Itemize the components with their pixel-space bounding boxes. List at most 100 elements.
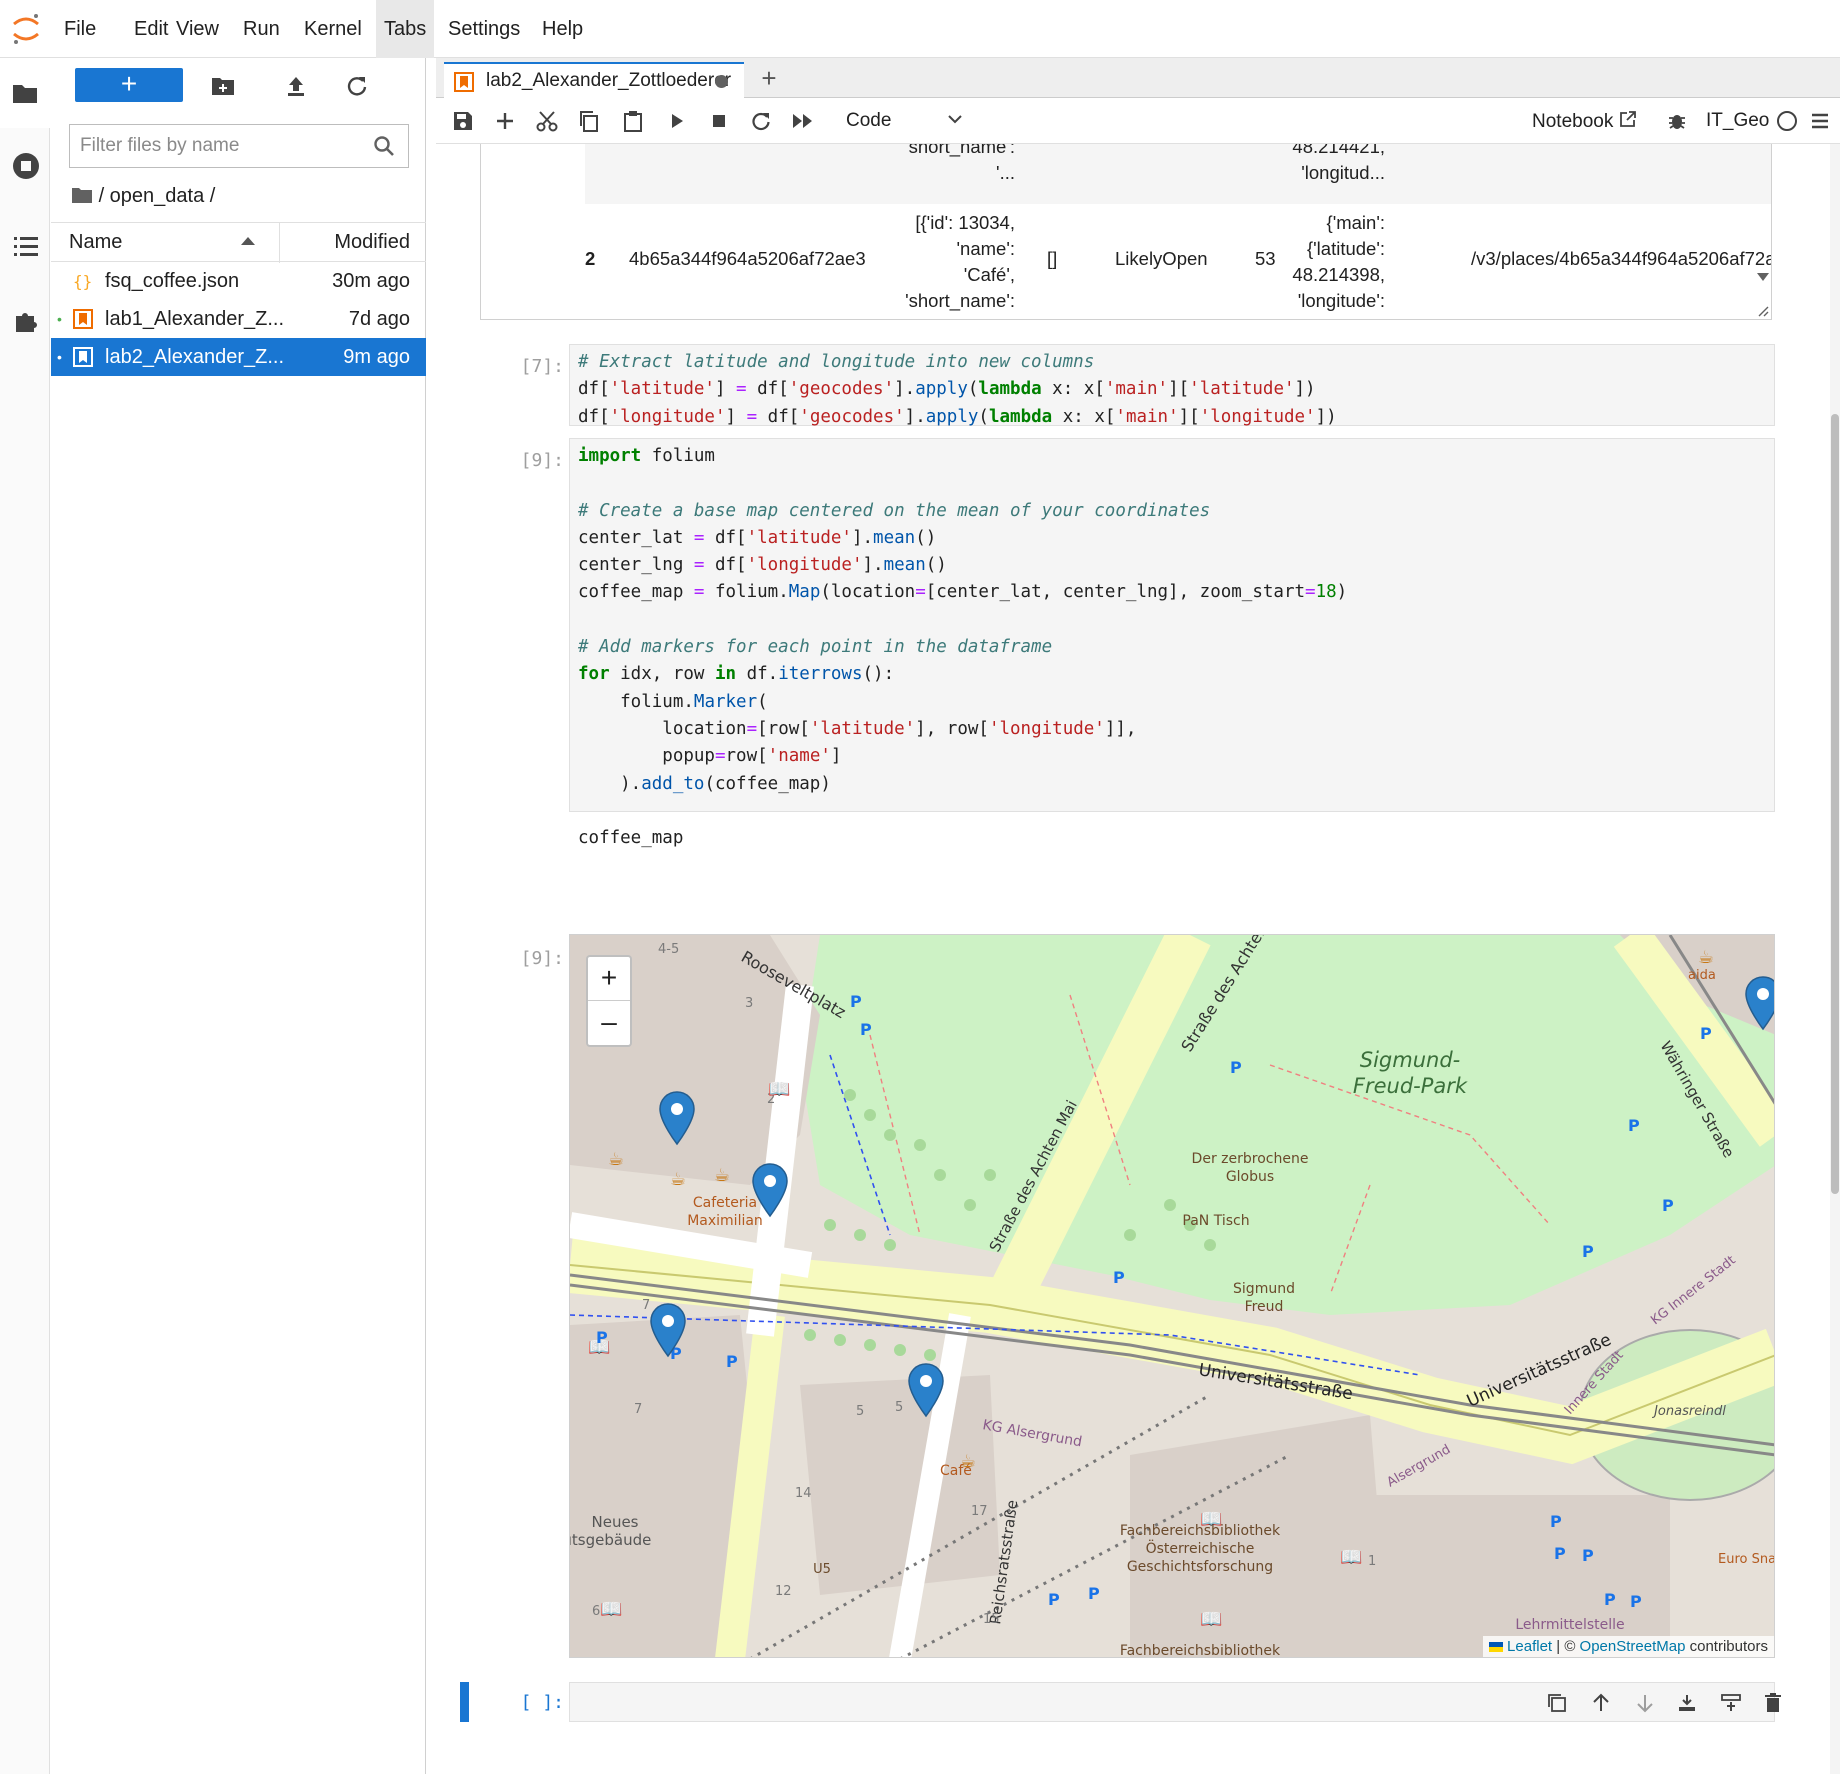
svg-text:7: 7 <box>642 1298 650 1313</box>
table-cell: [] <box>1047 248 1058 269</box>
insert-cell-icon[interactable] <box>492 108 518 134</box>
svg-text:P: P <box>1582 1242 1594 1261</box>
map-tiles[interactable]: Sigmund-Freud-Park Rooseveltplatz Straße… <box>570 935 1775 1658</box>
move-up-icon[interactable] <box>1588 1690 1614 1716</box>
svg-text:4-5: 4-5 <box>658 942 679 957</box>
active-cell-indicator <box>460 1682 469 1722</box>
notebook-icon <box>454 72 474 92</box>
column-modified-header[interactable]: Modified <box>334 231 410 254</box>
cell-type-select[interactable]: Code <box>846 106 966 136</box>
open-in-notebook-button[interactable]: Notebook <box>1532 110 1637 133</box>
output-prompt: [9]: <box>520 948 564 969</box>
file-filter-input[interactable]: Filter files by name <box>69 124 409 168</box>
external-link-icon <box>1619 111 1636 127</box>
map-attribution: Leaflet | © OpenStreetMap contributors <box>1482 1636 1774 1657</box>
file-row[interactable]: {} fsq_coffee.json 30m ago <box>51 262 426 300</box>
svg-text:14: 14 <box>795 1486 812 1501</box>
table-of-contents-icon[interactable] <box>10 230 42 262</box>
stop-icon[interactable] <box>706 108 732 134</box>
debugger-icon[interactable] <box>1664 108 1690 134</box>
move-down-icon[interactable] <box>1632 1690 1658 1716</box>
zoom-in-button[interactable]: + <box>588 957 630 1001</box>
zoom-out-button[interactable]: – <box>588 1001 630 1045</box>
code-cell[interactable]: import folium # Create a base map center… <box>569 438 1775 848</box>
file-browser: + Filter files by name / open_data / Nam… <box>51 58 426 1774</box>
svg-text:aida: aida <box>1688 968 1716 983</box>
scrollbar[interactable] <box>1830 144 1840 1774</box>
chevron-down-icon <box>948 115 962 124</box>
breadcrumb[interactable]: / open_data / <box>71 182 215 210</box>
svg-text:P: P <box>1700 1024 1712 1043</box>
table-cell: /v3/places/4b65a344f964a5206af72a <box>1471 248 1772 269</box>
run-icon[interactable] <box>664 108 690 134</box>
svg-text:P: P <box>1604 1590 1616 1609</box>
svg-text:12: 12 <box>775 1584 792 1599</box>
svg-text:☕: ☕ <box>714 1165 730 1186</box>
code-cell[interactable]: # Extract latitude and longitude into ne… <box>569 344 1775 427</box>
scrollbar-thumb[interactable] <box>1831 414 1839 1194</box>
resize-handle-icon[interactable] <box>1755 303 1769 317</box>
notebook-toolbar: Code Notebook IT_Geo <box>436 98 1840 144</box>
menu-tabs[interactable]: Tabs <box>376 0 435 58</box>
svg-text:P: P <box>596 1328 608 1347</box>
running-kernels-icon[interactable] <box>10 150 42 182</box>
menu-kernel[interactable]: Kernel <box>296 0 370 58</box>
folder-icon[interactable] <box>0 58 50 128</box>
copy-icon[interactable] <box>576 108 602 134</box>
jupyter-logo-icon <box>13 14 39 44</box>
menu-view[interactable]: View <box>168 0 227 58</box>
new-tab-button[interactable]: + <box>752 64 786 94</box>
kernel-name[interactable]: IT_Geo <box>1706 110 1769 132</box>
svg-text:📖: 📖 <box>1340 1547 1362 1568</box>
notebook-icon <box>73 347 93 367</box>
search-icon <box>374 136 394 156</box>
activity-bar <box>0 58 50 1774</box>
menu-icon[interactable] <box>1807 108 1833 134</box>
folium-map[interactable]: Sigmund-Freud-Park Rooseveltplatz Straße… <box>569 934 1775 1658</box>
extensions-icon[interactable] <box>10 304 42 336</box>
cell-prompt: [ ]: <box>520 1692 564 1713</box>
unsaved-indicator-icon[interactable] <box>715 75 728 88</box>
leaflet-link[interactable]: Leaflet <box>1507 1638 1552 1655</box>
openstreetmap-link[interactable]: OpenStreetMap <box>1580 1638 1686 1655</box>
upload-icon[interactable] <box>282 72 310 100</box>
menu-run[interactable]: Run <box>235 0 288 58</box>
insert-above-icon[interactable] <box>1718 1690 1744 1716</box>
svg-text:☕: ☕ <box>960 1451 976 1472</box>
duplicate-cell-icon[interactable] <box>1544 1690 1570 1716</box>
menu-help[interactable]: Help <box>534 0 591 58</box>
paste-icon[interactable] <box>620 108 646 134</box>
table-cell: 48.214421, 'longitud... <box>1292 144 1385 183</box>
new-folder-icon[interactable] <box>209 72 237 100</box>
notebook-panel[interactable]: 'short_name': '... 48.214421, 'longitud.… <box>436 144 1840 1774</box>
column-name-header[interactable]: Name <box>69 231 122 254</box>
svg-text:Lehrmittelstelle: Lehrmittelstelle <box>1515 1617 1624 1633</box>
fast-forward-icon[interactable] <box>790 108 816 134</box>
folder-icon <box>72 188 92 203</box>
sort-ascending-icon <box>241 237 255 245</box>
svg-text:P: P <box>1662 1196 1674 1215</box>
svg-text:3: 3 <box>745 996 753 1011</box>
tab-notebook[interactable]: lab2_Alexander_Zottloederer <box>444 62 744 99</box>
svg-text:P: P <box>1113 1268 1125 1287</box>
cut-icon[interactable] <box>534 108 560 134</box>
file-row[interactable]: • lab1_Alexander_Z... 7d ago <box>51 300 426 338</box>
svg-text:Fachbereichsbibliothek: Fachbereichsbibliothek <box>1120 1643 1281 1658</box>
menu-file[interactable]: File <box>56 0 104 58</box>
svg-text:1: 1 <box>1368 1554 1376 1569</box>
new-launcher-button[interactable]: + <box>75 68 183 102</box>
restart-icon[interactable] <box>748 108 774 134</box>
file-row-selected[interactable]: • lab2_Alexander_Z... 9m ago <box>51 338 426 376</box>
insert-below-icon[interactable] <box>1674 1690 1700 1716</box>
svg-text:📖: 📖 <box>1200 1509 1222 1530</box>
svg-text:P: P <box>1048 1590 1060 1609</box>
save-icon[interactable] <box>450 108 476 134</box>
svg-text:15: 15 <box>983 1612 1000 1627</box>
file-list-header: Name Modified <box>51 222 426 263</box>
notebook-icon <box>73 309 93 329</box>
cell-prompt: [7]: <box>520 356 564 377</box>
menu-settings[interactable]: Settings <box>440 0 528 58</box>
refresh-icon[interactable] <box>343 72 371 100</box>
scroll-down-icon[interactable] <box>1755 270 1771 284</box>
delete-cell-icon[interactable] <box>1760 1690 1786 1716</box>
